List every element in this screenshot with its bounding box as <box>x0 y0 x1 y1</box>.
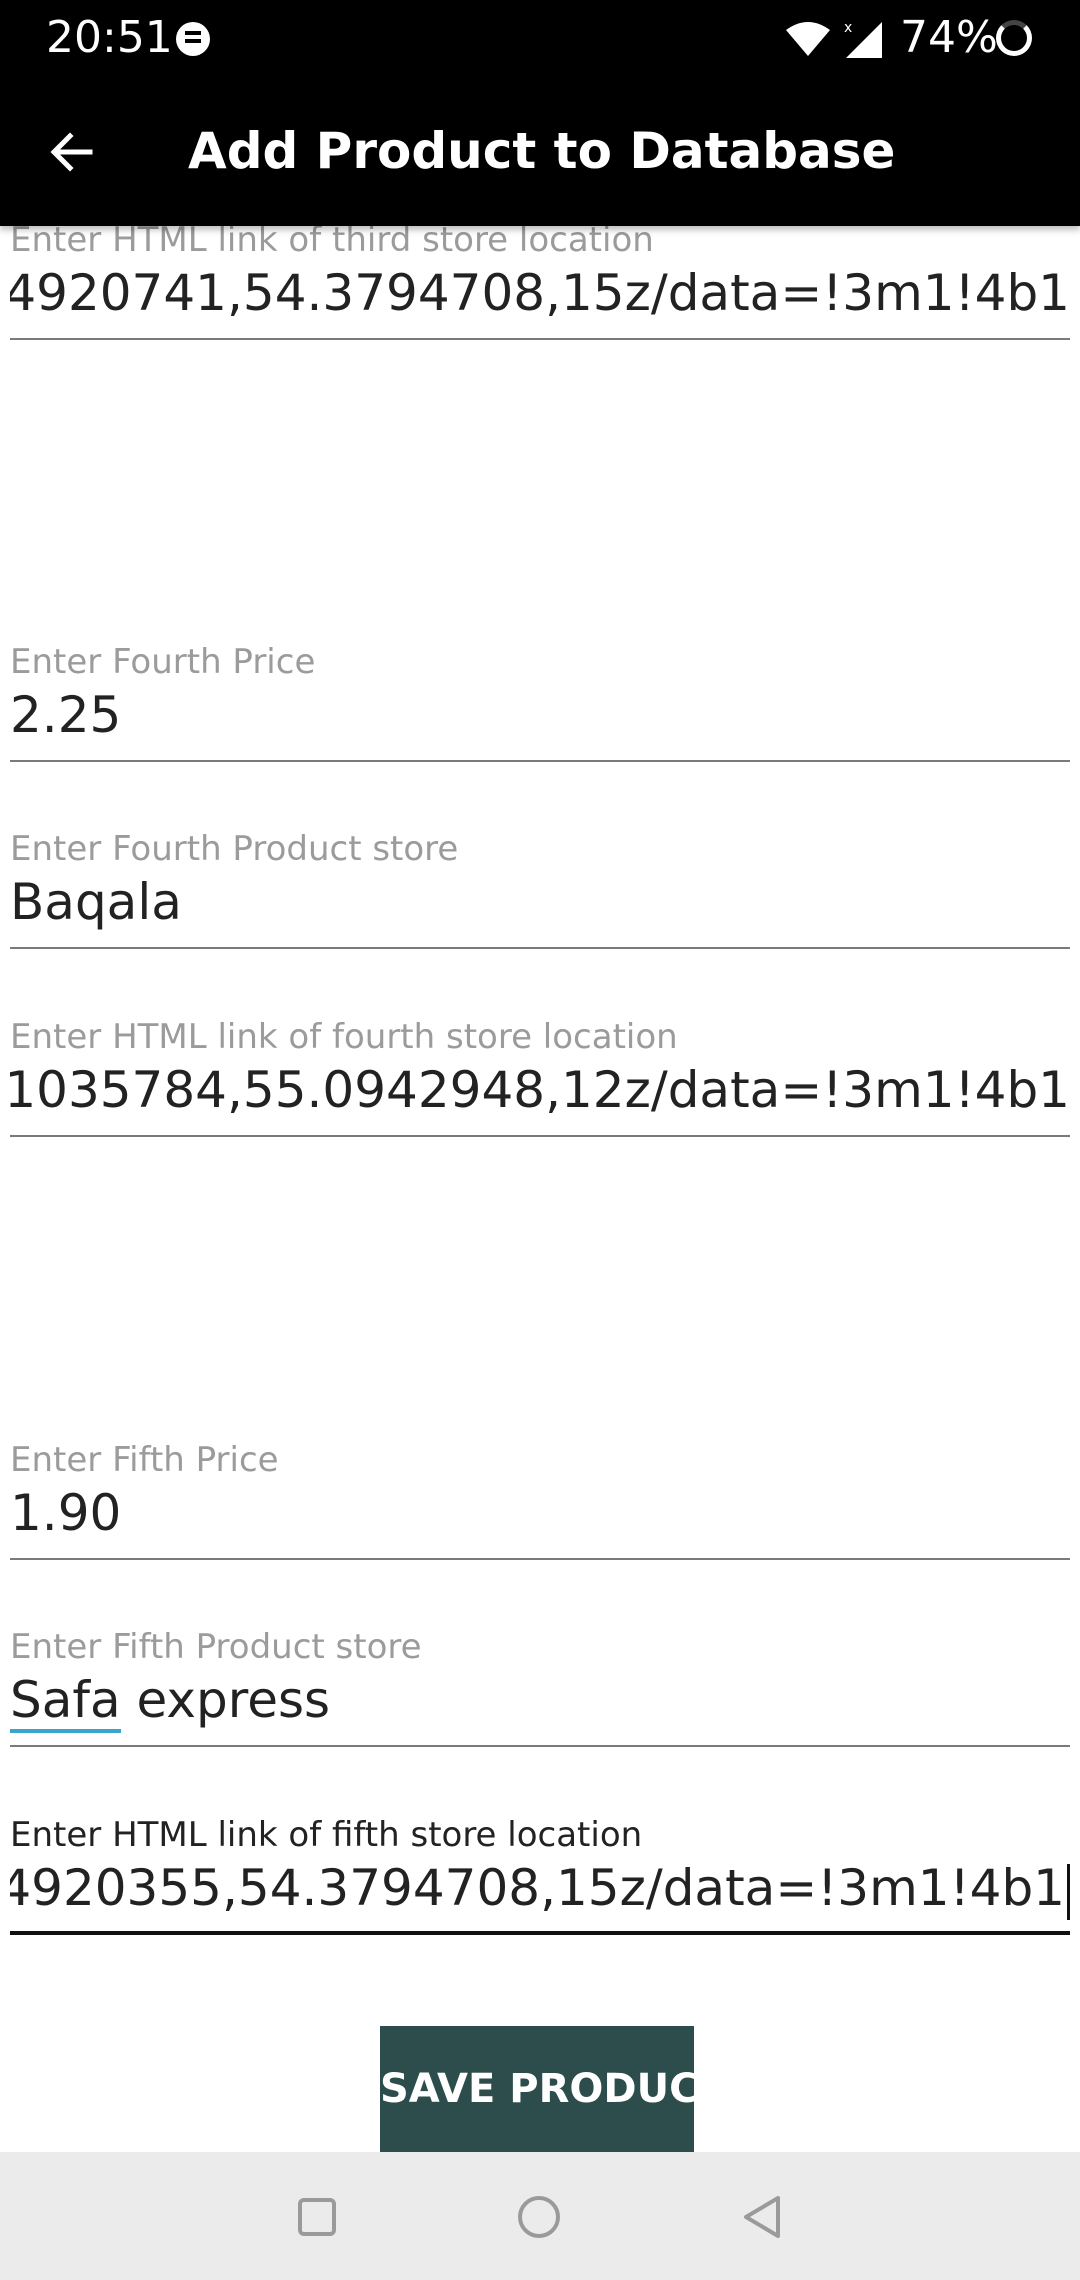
third-location-value: .4920741,54.3794708,15z/data=!3m1!4b1 <box>10 264 1070 322</box>
signal-icon: x <box>844 20 882 58</box>
fifth-location-text: 4.4920355,54.3794708,15z/data=!3m1!4b1 <box>10 1859 1065 1917</box>
back-arrow-icon[interactable] <box>42 122 102 182</box>
fourth-store-value: Baqala <box>10 873 182 931</box>
third-location-input[interactable]: .4920741,54.3794708,15z/data=!3m1!4b1 <box>10 264 1070 340</box>
fourth-price-input[interactable]: 2.25 <box>10 686 1070 762</box>
fourth-location-value: 5.1035784,55.0942948,12z/data=!3m1!4b1 <box>10 1061 1070 1119</box>
third-location-label: Enter HTML link of third store location <box>10 226 654 260</box>
fourth-location-label: Enter HTML link of fourth store location <box>10 1017 678 1057</box>
fourth-store-input[interactable]: Baqala <box>10 873 1070 949</box>
fifth-price-label: Enter Fifth Price <box>10 1440 279 1480</box>
svg-text:x: x <box>844 20 852 36</box>
page-title: Add Product to Database <box>188 122 896 180</box>
fifth-store-value-rest: express <box>120 1671 331 1729</box>
recents-icon[interactable] <box>298 2198 336 2236</box>
app-bar: Add Product to Database <box>0 78 1080 226</box>
text-cursor <box>1067 1863 1070 1920</box>
save-product-button[interactable]: SAVE PRODUCT <box>380 2026 694 2152</box>
navigation-bar <box>0 2152 1080 2280</box>
fifth-location-value: 4.4920355,54.3794708,15z/data=!3m1!4b1 <box>10 1859 1070 1920</box>
fourth-price-value: 2.25 <box>10 686 122 744</box>
battery-percent: 74% <box>900 12 998 63</box>
fourth-location-input[interactable]: 5.1035784,55.0942948,12z/data=!3m1!4b1 <box>10 1061 1070 1137</box>
fourth-price-label: Enter Fourth Price <box>10 642 316 682</box>
battery-icon <box>996 20 1032 56</box>
fourth-store-label: Enter Fourth Product store <box>10 829 459 869</box>
message-icon <box>176 22 210 56</box>
fifth-store-input[interactable]: Safa express <box>10 1671 1070 1747</box>
fifth-price-value: 1.90 <box>10 1484 122 1542</box>
status-time: 20:51 <box>46 12 173 63</box>
spellcheck-word: Safa <box>10 1671 121 1733</box>
form-scroll-area[interactable]: Enter HTML link of third store location … <box>0 226 1080 2152</box>
fifth-store-label: Enter Fifth Product store <box>10 1627 422 1667</box>
status-bar: 20:51 x 74% <box>0 0 1080 78</box>
home-icon[interactable] <box>518 2196 560 2238</box>
wifi-icon <box>786 22 830 56</box>
fifth-location-label: Enter HTML link of fifth store location <box>10 1815 643 1855</box>
fifth-location-input[interactable]: 4.4920355,54.3794708,15z/data=!3m1!4b1 <box>10 1859 1070 1935</box>
fifth-price-input[interactable]: 1.90 <box>10 1484 1070 1560</box>
back-icon[interactable] <box>740 2194 784 2240</box>
